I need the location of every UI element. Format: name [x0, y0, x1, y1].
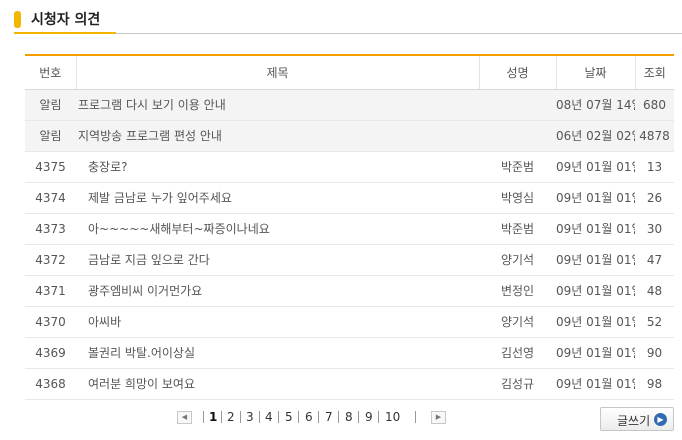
table-row: 4370 아씨바 양기석 09년 01월 01일 52	[25, 306, 674, 338]
page-separator	[221, 411, 222, 423]
post-date: 09년 01월 01일	[556, 213, 635, 245]
table-row: 4373 아~~~~~새해부터~짜증이나네요 박준범 09년 01월 01일 30	[25, 213, 674, 245]
post-date: 09년 01월 01일	[556, 337, 635, 369]
row-number: 알림	[25, 89, 76, 121]
title-marker-icon	[14, 11, 21, 28]
table-row: 4372 금남로 지금 잎으로 간다 양기석 09년 01월 01일 47	[25, 244, 674, 276]
post-views: 680	[635, 89, 674, 121]
column-header-title: 제목	[76, 54, 480, 90]
row-number: 알림	[25, 120, 76, 152]
post-author	[479, 120, 556, 152]
write-button-label: 글쓰기	[617, 414, 651, 428]
post-views: 52	[635, 306, 674, 338]
column-header-views: 조회	[635, 54, 674, 90]
post-date: 09년 01월 01일	[556, 182, 635, 214]
row-number: 4374	[25, 182, 76, 214]
page-link-8[interactable]: 8	[345, 410, 353, 424]
post-date: 06년 02월 02일	[556, 120, 635, 152]
post-title-link[interactable]: 충장로?	[76, 151, 479, 183]
board-table: 번호 제목 성명 날짜 조회 알림 프로그램 다시 보기 이용 안내 08년 07월…	[25, 54, 674, 400]
post-date: 09년 01월 01일	[556, 151, 635, 183]
post-views: 47	[635, 244, 674, 276]
notice-row: 알림 지역방송 프로그램 편성 안내 06년 02월 02일 4878	[25, 120, 674, 152]
page-separator	[358, 411, 359, 423]
arrow-right-icon[interactable]: ▶	[431, 411, 446, 424]
post-views: 26	[635, 182, 674, 214]
arrow-right-circle-icon: ▶	[654, 413, 667, 426]
post-title-link[interactable]: 금남로 지금 잎으로 간다	[76, 244, 479, 276]
row-number: 4373	[25, 213, 76, 245]
notice-row: 알림 프로그램 다시 보기 이용 안내 08년 07월 14일 680	[25, 89, 674, 121]
post-views: 30	[635, 213, 674, 245]
page-separator	[338, 411, 339, 423]
table-header-row: 번호 제목 성명 날짜 조회	[25, 54, 674, 90]
post-date: 09년 01월 01일	[556, 275, 635, 307]
post-title-link[interactable]: 아씨바	[76, 306, 479, 338]
table-row: 4374 제발 금남로 누가 잎어주세요 박영심 09년 01월 01일 26	[25, 182, 674, 214]
row-number: 4371	[25, 275, 76, 307]
page-link-4[interactable]: 4	[265, 410, 273, 424]
post-title-link[interactable]: 지역방송 프로그램 편성 안내	[76, 120, 479, 152]
page-link-3[interactable]: 3	[246, 410, 254, 424]
row-number: 4370	[25, 306, 76, 338]
pagination: ◀ 1 2 3 4 5 6 7 8 9 10 ▶	[177, 409, 447, 427]
page-link-2[interactable]: 2	[227, 410, 235, 424]
post-title-link[interactable]: 아~~~~~새해부터~짜증이나네요	[76, 213, 479, 245]
column-header-date: 날짜	[556, 54, 636, 90]
post-author: 박영심	[479, 182, 556, 214]
post-title-link[interactable]: 여러분 희망이 보여요	[76, 368, 479, 400]
post-title-link[interactable]: 광주엠비씨 이거먼가요	[76, 275, 479, 307]
post-author: 양기석	[479, 244, 556, 276]
post-date: 09년 01월 01일	[556, 306, 635, 338]
post-author	[479, 89, 556, 121]
page-separator	[318, 411, 319, 423]
post-views: 98	[635, 368, 674, 400]
board-header: 시청자 의견	[14, 8, 682, 34]
post-title-link[interactable]: 프로그램 다시 보기 이용 안내	[76, 89, 479, 121]
write-button[interactable]: 글쓰기 ▶	[600, 407, 674, 431]
row-number: 4372	[25, 244, 76, 276]
post-views: 90	[635, 337, 674, 369]
post-author: 김선영	[479, 337, 556, 369]
post-views: 48	[635, 275, 674, 307]
table-row: 4375 충장로? 박준범 09년 01월 01일 13	[25, 151, 674, 183]
page-title: 시청자 의견	[31, 12, 101, 28]
row-number: 4368	[25, 368, 76, 400]
column-header-number: 번호	[25, 54, 77, 90]
page-separator	[259, 411, 260, 423]
post-author: 박준범	[479, 213, 556, 245]
post-date: 09년 01월 01일	[556, 244, 635, 276]
post-author: 양기석	[479, 306, 556, 338]
page-link-1[interactable]: 1	[209, 410, 217, 424]
arrow-left-icon[interactable]: ◀	[177, 411, 192, 424]
post-views: 13	[635, 151, 674, 183]
row-number: 4375	[25, 151, 76, 183]
page-link-10[interactable]: 10	[385, 410, 400, 424]
post-author: 변정인	[479, 275, 556, 307]
table-row: 4369 볼권리 박탈.어이상실 김선영 09년 01월 01일 90	[25, 337, 674, 369]
page-link-5[interactable]: 5	[285, 410, 293, 424]
post-title-link[interactable]: 볼권리 박탈.어이상실	[76, 337, 479, 369]
post-author: 박준범	[479, 151, 556, 183]
post-date: 08년 07월 14일	[556, 89, 635, 121]
page-separator	[240, 411, 241, 423]
title-underline	[14, 32, 116, 34]
post-author: 김성규	[479, 368, 556, 400]
divider	[116, 33, 682, 34]
page-link-9[interactable]: 9	[365, 410, 373, 424]
page-separator	[278, 411, 279, 423]
post-views: 4878	[635, 120, 674, 152]
page-separator	[415, 411, 416, 423]
page-link-7[interactable]: 7	[325, 410, 333, 424]
page-separator	[298, 411, 299, 423]
column-header-author: 성명	[479, 54, 557, 90]
post-date: 09년 01월 01일	[556, 368, 635, 400]
page-separator	[378, 411, 379, 423]
row-number: 4369	[25, 337, 76, 369]
table-row: 4368 여러분 희망이 보여요 김성규 09년 01월 01일 98	[25, 368, 674, 400]
page-separator	[203, 411, 204, 423]
post-title-link[interactable]: 제발 금남로 누가 잎어주세요	[76, 182, 479, 214]
page-link-6[interactable]: 6	[305, 410, 313, 424]
table-row: 4371 광주엠비씨 이거먼가요 변정인 09년 01월 01일 48	[25, 275, 674, 307]
